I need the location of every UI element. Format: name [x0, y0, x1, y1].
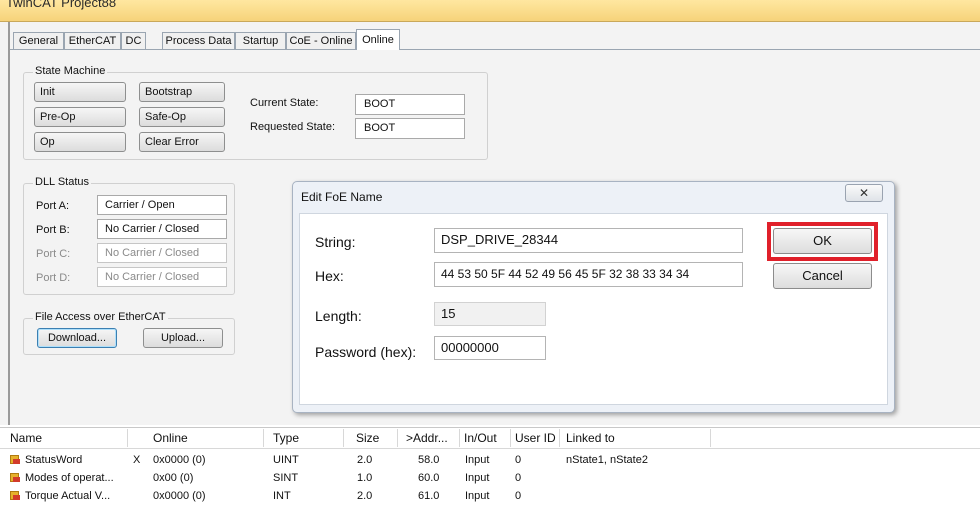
column-header-online[interactable]: Online	[153, 431, 188, 445]
length-label: Length:	[315, 308, 362, 324]
window-title: TwinCAT Project88	[6, 0, 117, 10]
column-separator[interactable]	[710, 429, 711, 447]
row-in-out: Input	[465, 472, 490, 484]
row-force-flag: X	[133, 454, 141, 466]
row-online: 0x0000 (0)	[153, 490, 206, 502]
preop-button[interactable]: Pre-Op	[34, 107, 126, 127]
tab-ethercat[interactable]: EtherCAT	[64, 32, 121, 49]
string-input[interactable]: DSP_DRIVE_28344	[434, 228, 743, 253]
column-separator[interactable]	[459, 429, 460, 447]
bootstrap-button[interactable]: Bootstrap	[139, 82, 225, 102]
row-address: 61.0	[418, 490, 440, 502]
row-user-id: 0	[515, 472, 522, 484]
download-button[interactable]: Download...	[37, 328, 117, 348]
op-button[interactable]: Op	[34, 132, 126, 152]
row-name: Modes of operat...	[25, 472, 114, 484]
input-variable-icon	[10, 455, 20, 464]
file-access-title: File Access over EtherCAT	[33, 311, 168, 323]
current-state-label: Current State:	[250, 97, 319, 109]
input-variable-icon	[10, 473, 20, 482]
string-label: String:	[315, 234, 356, 250]
row-name: Torque Actual V...	[25, 490, 111, 502]
table-row[interactable]	[0, 452, 980, 469]
column-header-address[interactable]: >Addr...	[406, 431, 448, 445]
column-header-name[interactable]: Name	[10, 431, 42, 445]
password-input[interactable]: 00000000	[434, 336, 546, 360]
row-user-id: 0	[515, 454, 522, 466]
row-size: 2.0	[357, 490, 373, 502]
tab-online[interactable]: Online	[356, 29, 400, 50]
row-in-out: Input	[465, 490, 490, 502]
requested-state-label: Requested State:	[250, 121, 336, 133]
port-b-label: Port B:	[36, 224, 70, 236]
tab-dc[interactable]: DC	[121, 32, 146, 49]
password-label: Password (hex):	[315, 344, 417, 360]
column-separator[interactable]	[343, 429, 344, 447]
port-c-label: Port C:	[36, 248, 71, 260]
table-row[interactable]	[0, 470, 980, 487]
column-header-linked-to[interactable]: Linked to	[566, 431, 615, 445]
upload-button[interactable]: Upload...	[143, 328, 223, 348]
port-b-status: No Carrier / Closed	[97, 219, 227, 239]
row-address: 58.0	[418, 454, 440, 466]
port-a-label: Port A:	[36, 200, 70, 212]
row-online: 0x00 (0)	[153, 472, 194, 484]
column-separator[interactable]	[397, 429, 398, 447]
tab-coe-online[interactable]: CoE - Online	[286, 32, 356, 49]
cancel-button[interactable]: Cancel	[773, 263, 872, 289]
panel-left-border	[8, 22, 10, 425]
current-state-value: BOOT	[355, 94, 465, 115]
column-header-type[interactable]: Type	[273, 431, 299, 445]
row-online: 0x0000 (0)	[153, 454, 206, 466]
hex-input[interactable]: 44 53 50 5F 44 52 49 56 45 5F 32 38 33 3…	[434, 262, 743, 287]
dll-status-title: DLL Status	[33, 176, 92, 188]
ok-button-highlight	[767, 222, 878, 261]
row-in-out: Input	[465, 454, 490, 466]
port-d-status: No Carrier / Closed	[97, 267, 227, 287]
init-button[interactable]: Init	[34, 82, 126, 102]
row-linked-to: nState1, nState2	[566, 454, 648, 466]
close-icon[interactable]: ✕	[845, 184, 883, 202]
row-size: 1.0	[357, 472, 373, 484]
port-a-status: Carrier / Open	[97, 195, 227, 215]
length-value: 15	[434, 302, 546, 326]
column-separator[interactable]	[263, 429, 264, 447]
row-address: 60.0	[418, 472, 440, 484]
row-size: 2.0	[357, 454, 373, 466]
requested-state-value: BOOT	[355, 118, 465, 139]
row-user-id: 0	[515, 490, 522, 502]
window-title-bar: TwinCAT Project88	[0, 0, 980, 22]
tab-process-data[interactable]: Process Data	[162, 32, 235, 49]
safeop-button[interactable]: Safe-Op	[139, 107, 225, 127]
column-separator[interactable]	[510, 429, 511, 447]
column-header-in-out[interactable]: In/Out	[464, 431, 497, 445]
row-type: SINT	[273, 472, 299, 484]
table-row[interactable]	[0, 488, 980, 505]
column-header-user-id[interactable]: User ID	[515, 431, 556, 445]
row-name: StatusWord	[25, 454, 83, 466]
column-header-size[interactable]: Size	[356, 431, 379, 445]
table-header-divider	[0, 448, 980, 449]
row-type: UINT	[273, 454, 299, 466]
tab-startup[interactable]: Startup	[235, 32, 286, 49]
port-d-label: Port D:	[36, 272, 71, 284]
state-machine-title: State Machine	[33, 65, 108, 77]
row-type: INT	[273, 490, 291, 502]
clear-error-button[interactable]: Clear Error	[139, 132, 225, 152]
input-variable-icon	[10, 491, 20, 500]
hex-label: Hex:	[315, 268, 344, 284]
column-separator[interactable]	[559, 429, 560, 447]
column-separator[interactable]	[127, 429, 128, 447]
port-c-status: No Carrier / Closed	[97, 243, 227, 263]
dialog-title: Edit FoE Name	[301, 190, 383, 204]
tab-general[interactable]: General	[13, 32, 64, 49]
tab-strip-baseline	[10, 49, 980, 50]
